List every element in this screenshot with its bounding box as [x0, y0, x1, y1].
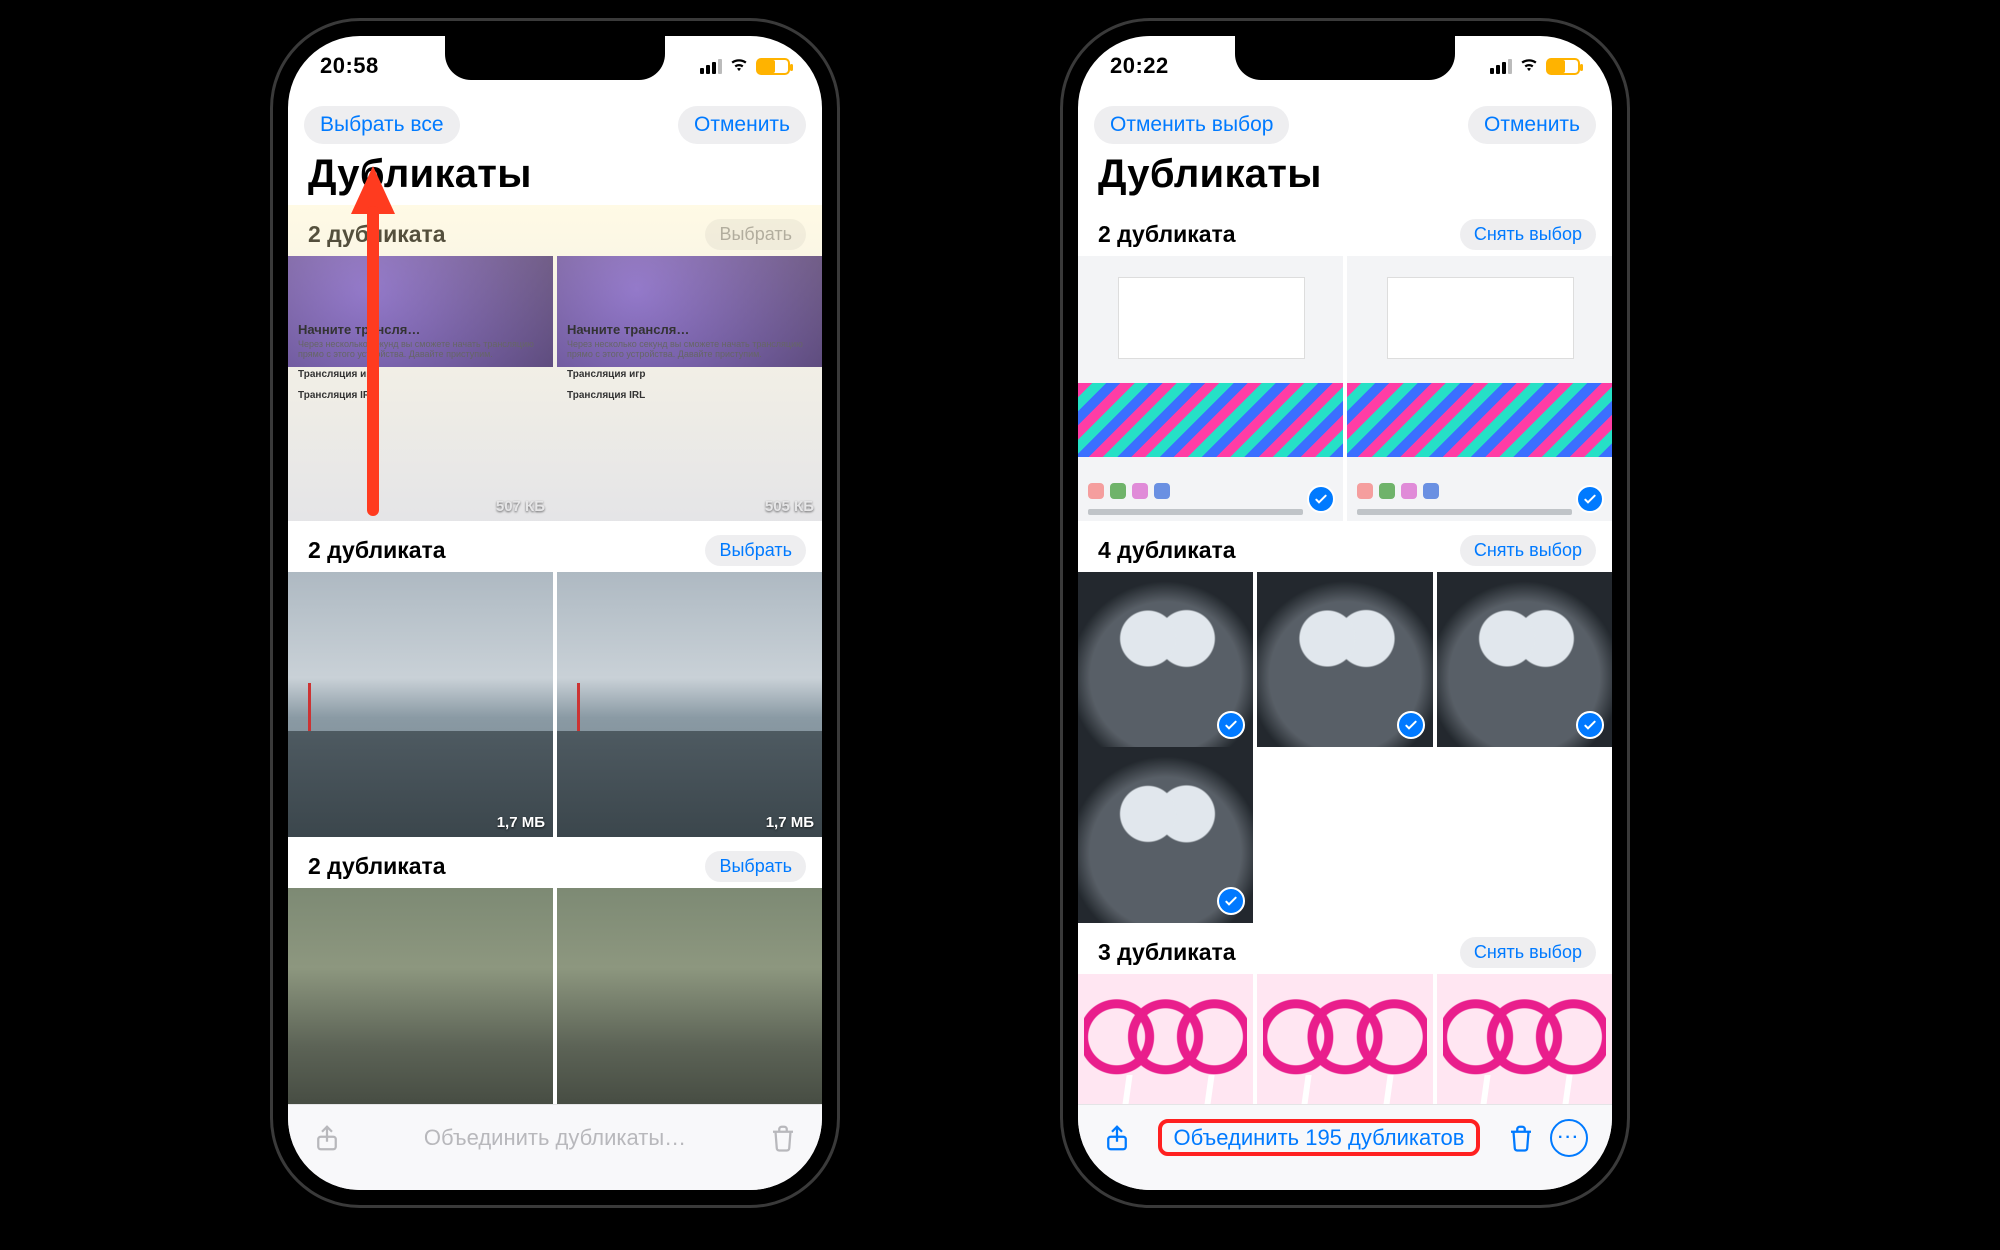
- group-select-button[interactable]: Выбрать: [705, 535, 806, 566]
- content[interactable]: 2 дубликата Выбрать Начните трансля… Чер…: [288, 205, 822, 1104]
- page-title: Дубликаты: [288, 152, 822, 205]
- group-count: 3 дубликата: [1098, 939, 1236, 966]
- empty-slot: [1437, 747, 1612, 922]
- photo-thumbnail[interactable]: Начните трансля… Через несколько секунд …: [288, 256, 553, 521]
- cancel-button[interactable]: Отменить: [678, 106, 806, 144]
- photo-thumbnail[interactable]: 2 МБ: [288, 888, 553, 1104]
- checkmark-icon[interactable]: [1307, 485, 1335, 513]
- header: Выбрать все Отменить: [288, 96, 822, 152]
- select-all-button[interactable]: Выбрать все: [304, 106, 460, 144]
- photo-thumbnail[interactable]: [1078, 572, 1253, 747]
- thumb-row: Трансляция IRL: [298, 390, 376, 401]
- checkmark-icon[interactable]: [1217, 711, 1245, 739]
- notch: [1235, 36, 1455, 80]
- checkmark-icon[interactable]: [1576, 485, 1604, 513]
- photo-thumbnail[interactable]: [1437, 974, 1612, 1104]
- thumb-row: Трансляция игр: [298, 369, 377, 380]
- content[interactable]: 2 дубликата Снять выбор 4: [1078, 205, 1612, 1104]
- photo-thumbnail[interactable]: [1347, 256, 1612, 521]
- photo-thumbnail[interactable]: [1078, 974, 1253, 1104]
- battery-icon: [1546, 58, 1580, 75]
- thumb-title: Начните трансля…: [298, 322, 420, 337]
- duplicate-group: 3 дубликата Снять выбор: [1078, 923, 1612, 1104]
- duplicate-group: 2 дубликата Выбрать 2 МБ 420 КБ: [288, 837, 822, 1104]
- size-badge: 1,7 МБ: [497, 814, 545, 831]
- photo-thumbnail[interactable]: Начните трансля… Через несколько секунд …: [557, 256, 822, 521]
- checkmark-icon[interactable]: [1217, 887, 1245, 915]
- notch: [445, 36, 665, 80]
- cell-signal-icon: [1490, 59, 1512, 74]
- battery-icon: [756, 58, 790, 75]
- bottom-toolbar: Объединить 195 дубликатов ···: [1078, 1104, 1612, 1190]
- share-icon: [312, 1123, 342, 1153]
- page-title: Дубликаты: [1078, 152, 1612, 205]
- wifi-icon: [1518, 56, 1540, 77]
- status-time: 20:22: [1110, 53, 1169, 79]
- share-icon[interactable]: [1102, 1123, 1132, 1153]
- group-deselect-button[interactable]: Снять выбор: [1460, 535, 1596, 566]
- bottom-toolbar: Объединить дубликаты…: [288, 1104, 822, 1190]
- thumb-caption: Через несколько секунд вы сможете начать…: [298, 339, 543, 359]
- thumb-caption: Через несколько секунд вы сможете начать…: [567, 339, 812, 359]
- header: Отменить выбор Отменить: [1078, 96, 1612, 152]
- group-count: 2 дубликата: [1098, 221, 1236, 248]
- photo-thumbnail[interactable]: [1257, 974, 1432, 1104]
- group-deselect-button[interactable]: Снять выбор: [1460, 937, 1596, 968]
- phone-frame-right: 20:22 Отменить выбор Отменить Дубликаты …: [1060, 18, 1630, 1208]
- duplicate-group: 2 дубликата Снять выбор: [1078, 205, 1612, 521]
- photo-thumbnail[interactable]: [1078, 256, 1343, 521]
- group-count: 2 дубликата: [308, 853, 446, 880]
- trash-icon[interactable]: [1506, 1123, 1536, 1153]
- cancel-button[interactable]: Отменить: [1468, 106, 1596, 144]
- photo-thumbnail[interactable]: [1437, 572, 1612, 747]
- wifi-icon: [728, 56, 750, 77]
- group-deselect-button[interactable]: Снять выбор: [1460, 219, 1596, 250]
- thumb-title: Начните трансля…: [567, 322, 689, 337]
- group-select-button[interactable]: Выбрать: [705, 219, 806, 250]
- phone-frame-left: 20:58 Выбрать все Отменить Дубликаты 2 д…: [270, 18, 840, 1208]
- screen-right: 20:22 Отменить выбор Отменить Дубликаты …: [1078, 36, 1612, 1190]
- duplicate-group: 2 дубликата Выбрать 1,7 МБ 1,7 МБ: [288, 521, 822, 837]
- photo-thumbnail[interactable]: 420 КБ: [557, 888, 822, 1104]
- size-badge: 507 КБ: [496, 498, 545, 515]
- empty-slot: [1257, 747, 1432, 922]
- group-count: 2 дубликата: [308, 537, 446, 564]
- thumb-row: Трансляция игр: [567, 369, 646, 380]
- annotation-highlight: Объединить 195 дубликатов: [1158, 1119, 1481, 1156]
- more-icon[interactable]: ···: [1550, 1119, 1588, 1157]
- thumb-row: Трансляция IRL: [567, 390, 645, 401]
- group-count: 4 дубликата: [1098, 537, 1236, 564]
- duplicate-group: 2 дубликата Выбрать Начните трансля… Чер…: [288, 205, 822, 521]
- group-select-button[interactable]: Выбрать: [705, 851, 806, 882]
- group-count: 2 дубликата: [308, 221, 446, 248]
- cell-signal-icon: [700, 59, 722, 74]
- checkmark-icon[interactable]: [1576, 711, 1604, 739]
- photo-thumbnail[interactable]: [1078, 747, 1253, 922]
- photo-thumbnail[interactable]: 1,7 МБ: [288, 572, 553, 837]
- status-time: 20:58: [320, 53, 379, 79]
- duplicate-group: 4 дубликата Снять выбор: [1078, 521, 1612, 923]
- merge-button: Объединить дубликаты…: [356, 1125, 754, 1151]
- photo-thumbnail[interactable]: 1,7 МБ: [557, 572, 822, 837]
- checkmark-icon[interactable]: [1397, 711, 1425, 739]
- size-badge: 505 КБ: [765, 498, 814, 515]
- size-badge: 1,7 МБ: [766, 814, 814, 831]
- merge-button[interactable]: Объединить 195 дубликатов: [1146, 1125, 1492, 1151]
- photo-thumbnail[interactable]: [1257, 572, 1432, 747]
- screen-left: 20:58 Выбрать все Отменить Дубликаты 2 д…: [288, 36, 822, 1190]
- trash-icon: [768, 1123, 798, 1153]
- deselect-button[interactable]: Отменить выбор: [1094, 106, 1289, 144]
